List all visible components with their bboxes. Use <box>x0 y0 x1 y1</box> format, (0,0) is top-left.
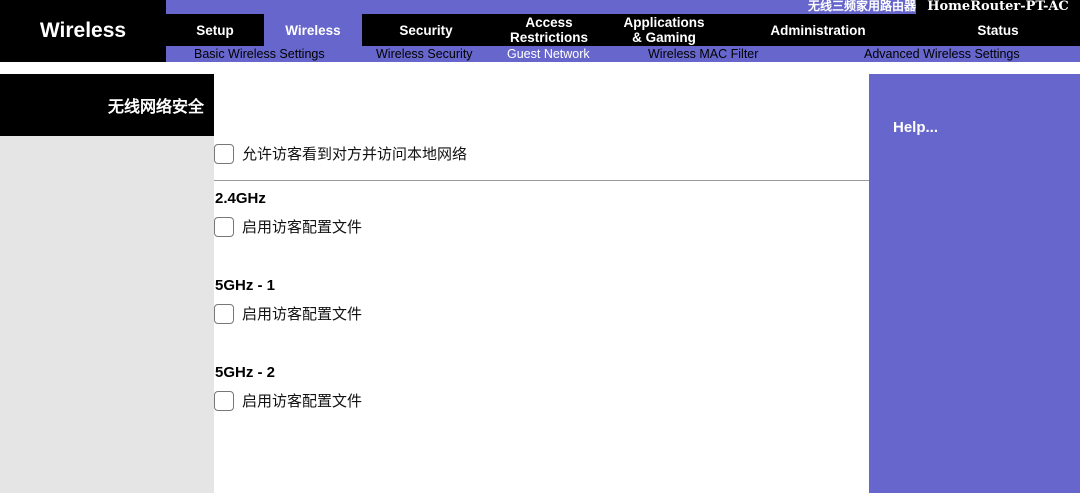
subtab-basic-wireless-settings[interactable]: Basic Wireless Settings <box>194 46 325 62</box>
enable-guest-2-4ghz-checkbox[interactable] <box>214 216 234 237</box>
enable-guest-5ghz-1-option[interactable]: 启用访客配置文件 <box>214 303 362 324</box>
product-description: 无线三频家用路由器 <box>807 0 916 13</box>
section-title: Wireless <box>39 19 127 42</box>
content-area: 允许访客看到对方并访问本地网络 2.4GHz 启用访客配置文件 5GHz - 1… <box>214 74 869 493</box>
enable-guest-5ghz-2-label: 启用访客配置文件 <box>242 392 363 410</box>
band-title-5ghz-1: 5GHz - 1 <box>215 277 276 294</box>
sub-tabs: Basic Wireless Settings Wireless Securit… <box>166 46 1080 62</box>
tab-setup[interactable]: Setup <box>166 14 264 46</box>
header-gap <box>0 62 1080 74</box>
allow-guest-local-option[interactable]: 允许访客看到对方并访问本地网络 <box>214 143 467 164</box>
band-title-2-4ghz: 2.4GHz <box>215 190 266 207</box>
tab-applications-gaming[interactable]: Applications & Gaming <box>608 14 720 46</box>
band-title-5ghz-2: 5GHz - 2 <box>215 364 276 381</box>
tab-security[interactable]: Security <box>362 14 490 46</box>
enable-guest-5ghz-1-label: 启用访客配置文件 <box>242 305 363 323</box>
enable-guest-5ghz-1-checkbox[interactable] <box>214 303 234 324</box>
enable-guest-2-4ghz-option[interactable]: 启用访客配置文件 <box>214 216 362 237</box>
page-heading: 无线网络安全 <box>0 74 214 136</box>
tab-administration[interactable]: Administration <box>720 14 916 46</box>
enable-guest-5ghz-2-checkbox[interactable] <box>214 390 234 411</box>
header: Wireless 无线三频家用路由器 HomeRouter-PT-AC Setu… <box>0 0 1080 62</box>
main-tabs: Setup Wireless Security Access Restrictio… <box>166 14 1080 46</box>
allow-guest-local-checkbox[interactable] <box>214 143 234 164</box>
enable-guest-5ghz-2-option[interactable]: 启用访客配置文件 <box>214 390 362 411</box>
subtab-advanced-wireless-settings[interactable]: Advanced Wireless Settings <box>864 46 1020 62</box>
help-link[interactable]: Help... <box>893 119 938 136</box>
tab-access-restrictions[interactable]: Access Restrictions <box>490 14 608 46</box>
enable-guest-2-4ghz-label: 启用访客配置文件 <box>242 218 363 236</box>
subtab-wireless-mac-filter[interactable]: Wireless MAC Filter <box>648 46 758 62</box>
subtab-guest-network[interactable]: Guest Network <box>507 46 590 62</box>
subtab-wireless-security[interactable]: Wireless Security <box>376 46 473 62</box>
section-divider <box>214 180 869 181</box>
help-panel: Help... <box>869 74 1080 493</box>
model-name: HomeRouter-PT-AC <box>916 0 1080 14</box>
tab-status[interactable]: Status <box>916 14 1080 46</box>
tab-wireless[interactable]: Wireless <box>264 14 362 46</box>
allow-guest-local-label: 允许访客看到对方并访问本地网络 <box>242 145 468 163</box>
left-panel: 无线网络安全 <box>0 74 214 493</box>
